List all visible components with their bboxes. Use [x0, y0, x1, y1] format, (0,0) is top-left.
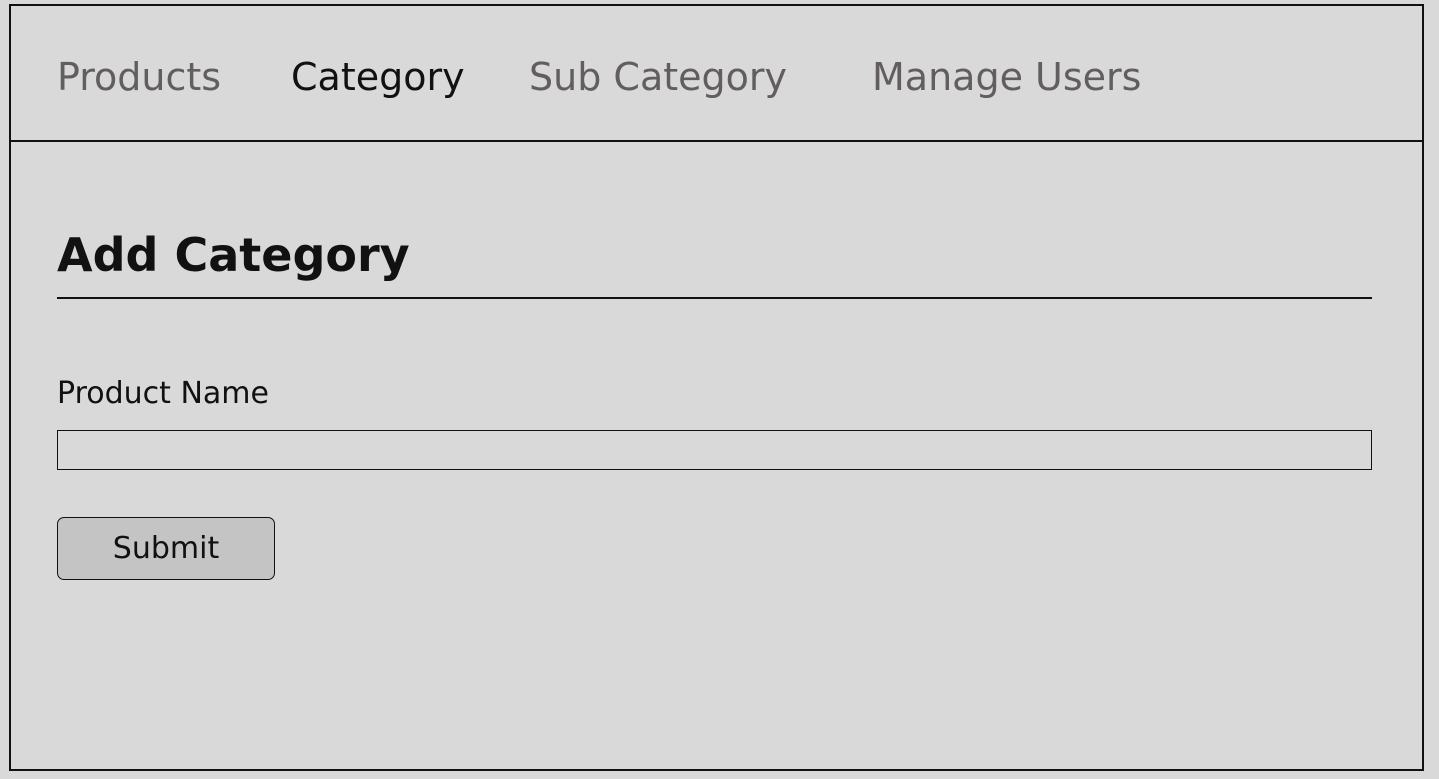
submit-button[interactable]: Submit [57, 517, 275, 580]
nav-item-sub-category[interactable]: Sub Category [529, 52, 787, 102]
product-name-label: Product Name [57, 376, 269, 411]
nav-item-products[interactable]: Products [57, 52, 221, 102]
top-navigation: Products Category Sub Category Manage Us… [11, 6, 1422, 142]
title-divider [57, 297, 1372, 299]
app-frame: Products Category Sub Category Manage Us… [9, 4, 1424, 771]
nav-item-manage-users[interactable]: Manage Users [872, 52, 1141, 102]
page-title: Add Category [57, 227, 410, 282]
nav-item-category[interactable]: Category [291, 52, 465, 102]
product-name-input[interactable] [57, 430, 1372, 470]
